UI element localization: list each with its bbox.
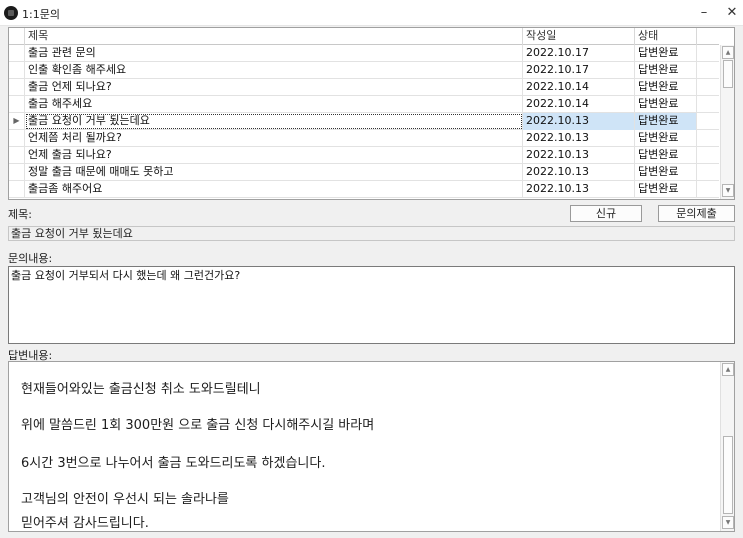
row-date: 2022.10.13 (523, 130, 635, 147)
row-title: 출금 언제 되나요? (25, 79, 523, 96)
close-button[interactable]: ✕ (718, 0, 743, 26)
row-date: 2022.10.13 (523, 147, 635, 164)
table-row[interactable]: 출금 언제 되나요? 2022.10.14 답변완료 (9, 79, 719, 96)
row-title: 언제 출금 되나요? (25, 147, 523, 164)
row-header (9, 164, 25, 181)
scroll-down-arrow-icon[interactable]: ▼ (722, 184, 734, 197)
table-row[interactable]: 정말 출금 때문에 매매도 못하고 2022.10.13 답변완료 (9, 164, 719, 181)
row-date: 2022.10.13 (523, 113, 635, 130)
row-title: 출금좀 해주어요 (25, 181, 523, 198)
row-header (9, 96, 25, 113)
row-status: 답변완료 (635, 79, 697, 96)
table-row[interactable]: 출금 관련 문의 2022.10.17 답변완료 (9, 45, 719, 62)
row-header (9, 79, 25, 96)
app-icon (4, 6, 18, 20)
scroll-thumb[interactable] (723, 436, 733, 514)
row-date: 2022.10.14 (523, 96, 635, 113)
row-title: 언제쯤 처리 될까요? (25, 130, 523, 147)
row-header (9, 147, 25, 164)
scroll-thumb[interactable] (723, 60, 733, 88)
column-header-status[interactable]: 상태 (635, 28, 697, 45)
subject-label: 제목: (8, 208, 32, 221)
row-header (9, 130, 25, 147)
grid-scrollbar[interactable]: ▲ ▼ (720, 45, 734, 199)
answer-line: 위에 말씀드린 1회 300만원 으로 출금 신청 다시해주시길 바라며 (21, 418, 375, 433)
content-label: 문의내용: (8, 252, 53, 265)
answer-content-textarea[interactable]: 현재들어와있는 출금신청 취소 도와드릴테니 위에 말씀드린 1회 300만원 … (8, 361, 735, 532)
row-date: 2022.10.17 (523, 62, 635, 79)
answer-line: 고객님의 안전이 우선시 되는 솔라나를 (21, 492, 229, 507)
row-status: 답변완료 (635, 45, 697, 62)
row-date: 2022.10.17 (523, 45, 635, 62)
row-status: 답변완료 (635, 181, 697, 198)
table-row[interactable]: 출금좀 해주어요 2022.10.13 답변완료 (9, 181, 719, 198)
answer-line: 믿어주셔 감사드립니다. (21, 516, 149, 531)
row-header (9, 62, 25, 79)
scroll-down-arrow-icon[interactable]: ▼ (722, 516, 734, 529)
answer-line: 현재들어와있는 출금신청 취소 도와드릴테니 (21, 382, 261, 397)
window-title: 1:1문의 (22, 8, 60, 21)
answer-scrollbar[interactable]: ▲ ▼ (720, 362, 734, 531)
current-row-marker-icon: ▶ (9, 113, 25, 130)
row-header-column (9, 28, 25, 45)
answer-line: 6시간 3번으로 나누어서 출금 도와드리도록 하겠습니다. (21, 456, 326, 471)
row-status: 답변완료 (635, 164, 697, 181)
inquiry-list-grid[interactable]: 제목 작성일 상태 출금 관련 문의 2022.10.17 답변완료 인출 확인… (8, 27, 735, 200)
inquiry-content-textarea[interactable]: 출금 요청이 거부되서 다시 했는데 왜 그런건가요? (8, 266, 735, 344)
minimize-button[interactable]: – (690, 0, 718, 26)
row-title: 출금 요청이 거부 됬는데요 (25, 113, 523, 130)
row-status: 답변완료 (635, 147, 697, 164)
new-button[interactable]: 신규 (570, 205, 642, 222)
row-status: 답변완료 (635, 130, 697, 147)
title-bar: 1:1문의 – ✕ (0, 0, 743, 26)
row-header (9, 45, 25, 62)
table-row-selected[interactable]: ▶ 출금 요청이 거부 됬는데요 2022.10.13 답변완료 (9, 113, 719, 130)
row-title: 인출 확인좀 해주세요 (25, 62, 523, 79)
scroll-up-arrow-icon[interactable]: ▲ (722, 363, 734, 376)
column-header-title[interactable]: 제목 (25, 28, 523, 45)
row-status: 답변완료 (635, 113, 697, 130)
table-row[interactable]: 언제 출금 되나요? 2022.10.13 답변완료 (9, 147, 719, 164)
row-title: 출금 해주세요 (25, 96, 523, 113)
subject-field[interactable]: 출금 요청이 거부 됬는데요 (8, 226, 735, 241)
row-status: 답변완료 (635, 96, 697, 113)
column-header-date[interactable]: 작성일 (523, 28, 635, 45)
row-date: 2022.10.13 (523, 181, 635, 198)
row-date: 2022.10.13 (523, 164, 635, 181)
row-status: 답변완료 (635, 62, 697, 79)
row-date: 2022.10.14 (523, 79, 635, 96)
row-title: 정말 출금 때문에 매매도 못하고 (25, 164, 523, 181)
grid-header: 제목 작성일 상태 (9, 28, 719, 45)
table-row[interactable]: 인출 확인좀 해주세요 2022.10.17 답변완료 (9, 62, 719, 79)
submit-inquiry-button[interactable]: 문의제출 (658, 205, 735, 222)
column-header-spacer (697, 28, 719, 45)
row-header (9, 181, 25, 198)
table-row[interactable]: 언제쯤 처리 될까요? 2022.10.13 답변완료 (9, 130, 719, 147)
row-title: 출금 관련 문의 (25, 45, 523, 62)
table-row[interactable]: 출금 해주세요 2022.10.14 답변완료 (9, 96, 719, 113)
scroll-up-arrow-icon[interactable]: ▲ (722, 46, 734, 59)
